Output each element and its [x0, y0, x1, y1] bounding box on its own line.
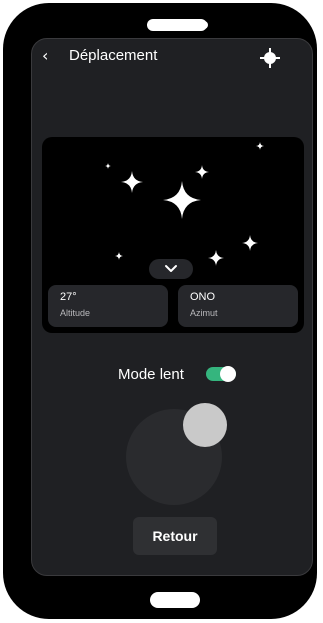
star-icon	[256, 142, 264, 150]
toggle-knob	[220, 366, 236, 382]
crosshair-target-icon[interactable]	[260, 48, 280, 68]
earpiece-speaker	[147, 19, 207, 31]
azimuth-value: ONO	[190, 291, 216, 303]
expand-button[interactable]	[149, 259, 193, 279]
star-icon	[208, 250, 224, 266]
star-icon	[195, 165, 209, 179]
home-button[interactable]	[150, 592, 200, 608]
back-button[interactable]: Retour	[133, 517, 217, 555]
star-icon	[242, 235, 258, 251]
joystick-handle[interactable]	[183, 403, 227, 447]
azimuth-card: ONO Azimut	[178, 285, 298, 327]
slow-mode-toggle[interactable]	[206, 366, 236, 382]
sky-view: 27° Altitude ONO Azimut	[42, 137, 304, 333]
star-icon	[115, 252, 123, 260]
azimuth-label: Azimut	[190, 308, 218, 318]
altitude-value: 27°	[60, 291, 77, 303]
app-screen: ‹ Déplacement 27° Altitude ONO Azimut Mo…	[31, 38, 313, 576]
altitude-card: 27° Altitude	[48, 285, 168, 327]
star-icon	[163, 181, 201, 219]
front-camera	[200, 21, 208, 29]
slow-mode-label: Mode lent	[118, 366, 184, 383]
chevron-down-icon	[165, 265, 177, 272]
star-icon	[105, 163, 111, 169]
top-bar: ‹ Déplacement	[32, 39, 312, 77]
altitude-label: Altitude	[60, 308, 91, 318]
back-chevron-icon[interactable]: ‹	[42, 47, 48, 65]
star-icon	[121, 171, 143, 193]
page-title: Déplacement	[69, 47, 158, 64]
phone-frame: ‹ Déplacement 27° Altitude ONO Azimut Mo…	[3, 3, 317, 619]
